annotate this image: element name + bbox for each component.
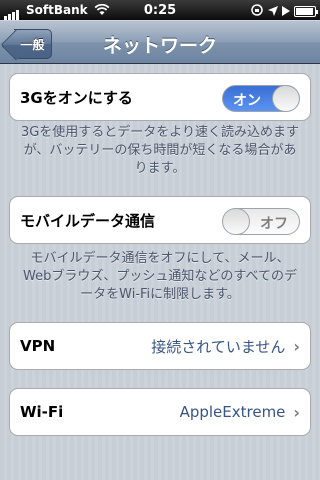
battery-icon [294,6,318,17]
three-g-switch[interactable]: オン [222,85,300,112]
switch-state-text: オフ [260,216,288,232]
status-bar: SoftBank 0:25 [0,0,320,20]
wifi-row[interactable]: Wi-Fi AppleExtreme › [9,388,311,436]
lock-rotation-icon [250,4,264,19]
switch-knob [272,86,299,111]
switch-state-text: オン [233,93,261,109]
vpn-status: 接続されていません [151,337,286,356]
wifi-label: Wi-Fi [20,403,64,421]
vpn-row[interactable]: VPN 接続されていません › [9,322,311,370]
cellular-data-row: モバイルデータ通信 オフ [9,196,311,244]
switch-knob [223,209,250,234]
location-icon [268,5,278,19]
three-g-label: 3Gをオンにする [20,88,133,107]
three-g-footnote: 3Gを使用するとデータをより速く読み込めますが、バッテリーの保ち時間が短くなる場… [20,125,300,176]
page-title: ネットワーク [102,35,217,57]
chevron-right-icon: › [293,336,300,356]
three-g-row: 3Gをオンにする オン [9,73,311,121]
chevron-right-icon: › [293,402,300,422]
cellular-data-switch[interactable]: オフ [222,208,300,235]
wifi-network-name: AppleExtreme [179,403,286,421]
cellular-data-footnote: モバイルデータ通信をオフにして、メール、Webブラウズ、プッシュ通知などのすべて… [23,251,297,302]
cellular-data-label: モバイルデータ通信 [20,211,156,230]
play-icon [282,5,290,19]
vpn-label: VPN [20,337,56,355]
navigation-bar: 一般 ネットワーク [0,20,320,64]
